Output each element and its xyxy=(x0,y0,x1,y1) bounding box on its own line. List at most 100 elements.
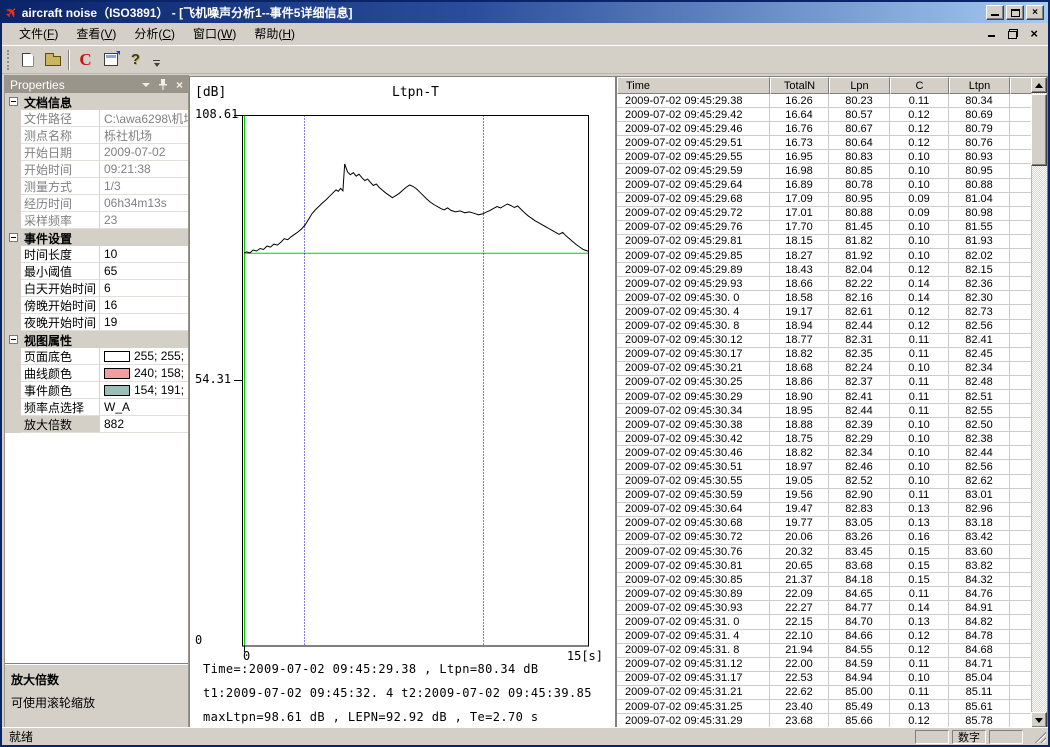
table-row[interactable]: 2009-07-02 09:45:31. 821.9484.550.1284.6… xyxy=(617,644,1031,658)
property-value[interactable]: 10 xyxy=(100,246,188,263)
collapse-icon[interactable] xyxy=(9,97,18,106)
properties-button[interactable] xyxy=(98,48,123,72)
table-row[interactable]: 2009-07-02 09:45:30.7620.3283.450.1583.6… xyxy=(617,545,1031,559)
property-value[interactable]: 09:21:38 xyxy=(100,161,188,178)
minimize-button[interactable] xyxy=(986,5,1004,20)
property-row[interactable]: 频率点选择W_A xyxy=(5,399,188,416)
resize-grip[interactable] xyxy=(1033,730,1046,743)
table-row[interactable]: 2009-07-02 09:45:30. 419.1782.610.1282.7… xyxy=(617,305,1031,319)
table-row[interactable]: 2009-07-02 09:45:31. 422.1084.660.1284.7… xyxy=(617,630,1031,644)
pin-icon[interactable] xyxy=(159,79,167,90)
table-row[interactable]: 2009-07-02 09:45:30.5919.5682.900.1183.0… xyxy=(617,489,1031,503)
property-value[interactable]: 栎社机场 xyxy=(100,127,188,144)
property-category[interactable]: 视图属性 xyxy=(5,331,188,348)
help-button[interactable]: ? xyxy=(123,48,148,72)
menu-item-3[interactable]: 分析(C) xyxy=(125,22,184,46)
table-row[interactable]: 2009-07-02 09:45:30. 018.5882.160.1482.3… xyxy=(617,291,1031,305)
table-row[interactable]: 2009-07-02 09:45:29.9318.6682.220.1482.3… xyxy=(617,277,1031,291)
property-value[interactable]: 19 xyxy=(100,314,188,331)
table-row[interactable]: 2009-07-02 09:45:30.9322.2784.770.1484.9… xyxy=(617,601,1031,615)
chart-svg[interactable] xyxy=(230,115,595,655)
table-row[interactable]: 2009-07-02 09:45:29.6416.8980.780.1080.8… xyxy=(617,179,1031,193)
close-button[interactable]: × xyxy=(1026,5,1044,20)
toolbar-grip-icon[interactable] xyxy=(7,50,11,70)
table-row[interactable]: 2009-07-02 09:45:30.8922.0984.650.1184.7… xyxy=(617,587,1031,601)
property-row[interactable]: 页面底色255; 255; 25 xyxy=(5,348,188,365)
table-row[interactable]: 2009-07-02 09:45:30.4618.8282.340.1082.4… xyxy=(617,446,1031,460)
property-row[interactable]: 文件路径C:\awa6298\机场 xyxy=(5,110,188,127)
menu-item-4[interactable]: 窗口(W) xyxy=(184,22,245,46)
table-row[interactable]: 2009-07-02 09:45:30.4218.7582.290.1082.3… xyxy=(617,432,1031,446)
property-value[interactable]: 6 xyxy=(100,280,188,297)
table-row[interactable]: 2009-07-02 09:45:30.8521.3784.180.1584.3… xyxy=(617,573,1031,587)
table-row[interactable]: 2009-07-02 09:45:30.7220.0683.260.1683.4… xyxy=(617,531,1031,545)
table-row[interactable]: 2009-07-02 09:45:29.8118.1581.820.1081.9… xyxy=(617,235,1031,249)
table-row[interactable]: 2009-07-02 09:45:30.2918.9082.410.1182.5… xyxy=(617,390,1031,404)
property-category[interactable]: 文档信息 xyxy=(5,93,188,110)
property-value[interactable]: 154; 191; 18 xyxy=(100,382,188,399)
table-row[interactable]: 2009-07-02 09:45:31.2122.6285.000.1185.1… xyxy=(617,686,1031,700)
property-row[interactable]: 曲线颜色240; 158; 15 xyxy=(5,365,188,382)
table-row[interactable]: 2009-07-02 09:45:29.8518.2781.920.1082.0… xyxy=(617,249,1031,263)
collapse-icon[interactable] xyxy=(9,233,18,242)
table-row[interactable]: 2009-07-02 09:45:30.8120.6583.680.1583.8… xyxy=(617,559,1031,573)
table-row[interactable]: 2009-07-02 09:45:31. 022.1584.700.1384.8… xyxy=(617,615,1031,629)
column-header-blank[interactable] xyxy=(1010,77,1031,94)
table-row[interactable]: 2009-07-02 09:45:30. 818.9482.440.1282.5… xyxy=(617,320,1031,334)
property-row[interactable]: 测点名称栎社机场 xyxy=(5,127,188,144)
table-row[interactable]: 2009-07-02 09:45:29.3816.2680.230.1180.3… xyxy=(617,94,1031,108)
property-row[interactable]: 最小阈值65 xyxy=(5,263,188,280)
table-row[interactable]: 2009-07-02 09:45:29.5116.7380.640.1280.7… xyxy=(617,136,1031,150)
property-value[interactable]: 882 xyxy=(100,416,188,433)
menu-item-2[interactable]: 查看(V) xyxy=(67,22,125,46)
menu-item-1[interactable]: 文件(F) xyxy=(10,22,67,46)
panel-menu-icon[interactable] xyxy=(142,83,150,87)
mdi-close-button[interactable]: × xyxy=(1030,29,1038,39)
column-header-Time[interactable]: Time xyxy=(617,77,770,94)
property-row[interactable]: 测量方式1/3 xyxy=(5,178,188,195)
mdi-restore-button[interactable] xyxy=(1008,29,1018,39)
table-row[interactable]: 2009-07-02 09:45:29.5916.9880.850.1080.9… xyxy=(617,164,1031,178)
property-row[interactable]: 开始日期2009-07-02 xyxy=(5,144,188,161)
c-weighting-button[interactable]: C xyxy=(73,48,98,72)
table-row[interactable]: 2009-07-02 09:45:31.1222.0084.590.1184.7… xyxy=(617,658,1031,672)
property-row[interactable]: 经历时间06h34m13s xyxy=(5,195,188,212)
property-value[interactable]: 23 xyxy=(100,212,188,229)
column-header-TotalN[interactable]: TotalN xyxy=(770,77,829,94)
table-row[interactable]: 2009-07-02 09:45:29.4216.6480.570.1280.6… xyxy=(617,108,1031,122)
table-row[interactable]: 2009-07-02 09:45:31.1722.5384.940.1085.0… xyxy=(617,672,1031,686)
table-row[interactable]: 2009-07-02 09:45:29.5516.9580.830.1080.9… xyxy=(617,150,1031,164)
property-value[interactable]: C:\awa6298\机场 xyxy=(100,110,188,127)
table-row[interactable]: 2009-07-02 09:45:29.8918.4382.040.1282.1… xyxy=(617,263,1031,277)
property-row[interactable]: 白天开始时间6 xyxy=(5,280,188,297)
chart-panel[interactable]: [dB] Ltpn-T 108.61 54.31 0 0 15[s] Time=… xyxy=(189,76,616,729)
table-row[interactable]: 2009-07-02 09:45:30.5519.0582.520.1082.6… xyxy=(617,475,1031,489)
column-header-Ltpn[interactable]: Ltpn xyxy=(949,77,1010,94)
property-row[interactable]: 时间长度10 xyxy=(5,246,188,263)
property-row[interactable]: 夜晚开始时间19 xyxy=(5,314,188,331)
table-row[interactable]: 2009-07-02 09:45:30.3418.9582.440.1182.5… xyxy=(617,404,1031,418)
column-header-C[interactable]: C xyxy=(890,77,949,94)
column-header-Lpn[interactable]: Lpn xyxy=(829,77,890,94)
property-value[interactable]: 16 xyxy=(100,297,188,314)
menu-item-5[interactable]: 帮助(H) xyxy=(245,22,304,46)
property-value[interactable]: 255; 255; 25 xyxy=(100,348,188,365)
table-row[interactable]: 2009-07-02 09:45:30.6819.7783.050.1383.1… xyxy=(617,517,1031,531)
toolbar-overflow-button[interactable] xyxy=(150,49,163,71)
table-row[interactable]: 2009-07-02 09:45:30.2118.6882.240.1082.3… xyxy=(617,362,1031,376)
property-value[interactable]: 2009-07-02 xyxy=(100,144,188,161)
scroll-up-button[interactable] xyxy=(1031,77,1047,93)
property-row[interactable]: 傍晚开始时间16 xyxy=(5,297,188,314)
table-row[interactable]: 2009-07-02 09:45:30.5118.9782.460.1082.5… xyxy=(617,460,1031,474)
panel-close-icon[interactable]: × xyxy=(176,80,183,90)
property-value[interactable]: 65 xyxy=(100,263,188,280)
table-row[interactable]: 2009-07-02 09:45:30.2518.8682.370.1182.4… xyxy=(617,376,1031,390)
open-file-button[interactable] xyxy=(40,48,65,72)
property-category[interactable]: 事件设置 xyxy=(5,229,188,246)
table-row[interactable]: 2009-07-02 09:45:30.1218.7782.310.1182.4… xyxy=(617,334,1031,348)
table-row[interactable]: 2009-07-02 09:45:29.7217.0180.880.0980.9… xyxy=(617,207,1031,221)
table-scrollbar[interactable] xyxy=(1031,77,1047,728)
table-row[interactable]: 2009-07-02 09:45:30.1718.8282.350.1182.4… xyxy=(617,348,1031,362)
property-value[interactable]: W_A xyxy=(100,399,188,416)
mdi-minimize-button[interactable] xyxy=(988,30,996,38)
